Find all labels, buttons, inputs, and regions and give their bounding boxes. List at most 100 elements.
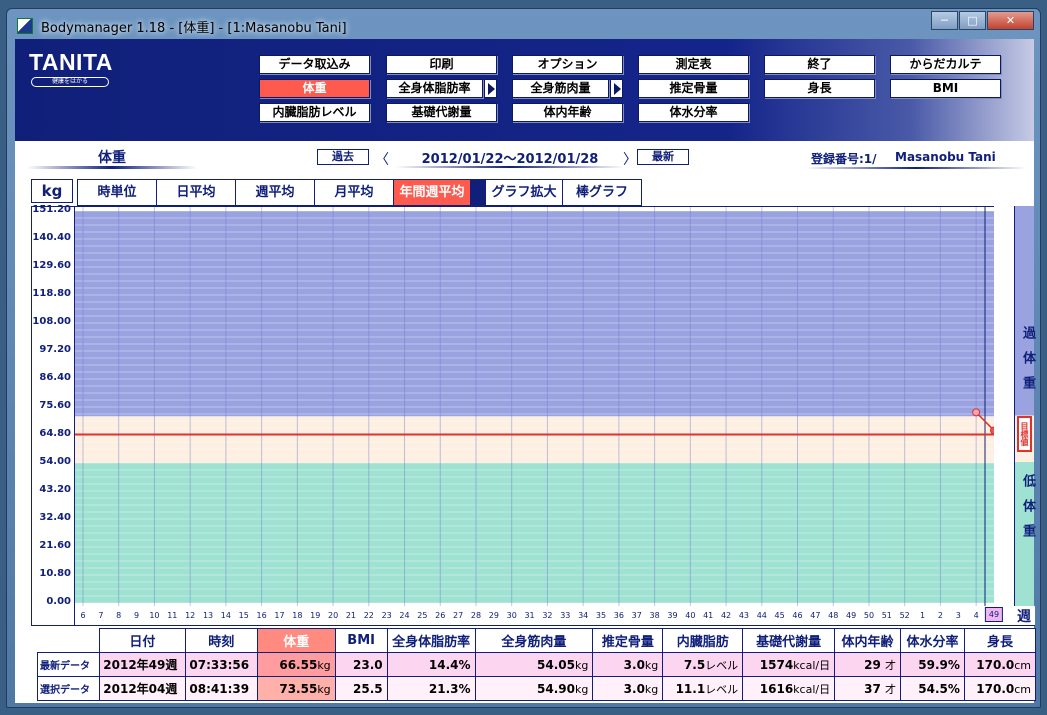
tab-weekly-average[interactable]: 週平均 — [235, 179, 315, 206]
x-tick-label: 28 — [470, 611, 482, 620]
cell-bmi: 23.0 — [334, 652, 388, 677]
x-tick-label: 27 — [453, 611, 464, 620]
y-tick-label: 151.20 — [32, 204, 71, 215]
unit-label: kg — [31, 179, 73, 203]
header-bmr: 基礎代謝量 — [742, 628, 836, 653]
body-fat-expand-icon[interactable] — [484, 79, 497, 98]
x-tick-label: 36 — [613, 611, 624, 620]
body-age-value: 29 — [864, 657, 881, 672]
visceral-unit: レベル — [705, 682, 739, 696]
measurement-table-button[interactable]: 測定表 — [638, 55, 749, 74]
cell-water: 54.5% — [899, 676, 965, 701]
height-button[interactable]: 身長 — [764, 79, 875, 98]
previous-period-button[interactable]: 過去 — [317, 149, 369, 165]
body-water-button[interactable]: 体水分率 — [638, 103, 749, 122]
y-tick-label: 21.60 — [39, 540, 71, 551]
stats-table: 日付 時刻 体重 BMI 全身体脂肪率 全身筋肉量 推定骨量 内臓脂肪 基礎代謝… — [37, 628, 1037, 701]
weight-button[interactable]: 体重 — [259, 79, 370, 98]
user-name: Masanobu Tani — [895, 150, 996, 164]
previous-arrow-icon[interactable]: 〈 — [375, 149, 389, 169]
exit-button[interactable]: 終了 — [764, 55, 875, 74]
body-fat-button[interactable]: 全身体脂肪率 — [386, 79, 483, 98]
y-tick-label: 118.80 — [32, 288, 71, 299]
body-age-unit: 才 — [884, 682, 896, 696]
cell-height: 170.0cm — [963, 676, 1037, 701]
cell-bone: 3.0kg — [592, 676, 664, 701]
tab-bar-graph[interactable]: 棒グラフ — [562, 179, 642, 206]
title-bar[interactable]: Bodymanager 1.18 - [体重] - [1:Masanobu Ta… — [7, 9, 1040, 39]
app-icon — [17, 18, 33, 34]
bmi-button[interactable]: BMI — [890, 79, 1001, 98]
client-area: TANITA 健康をはかる データ取込み 印刷 オプション 測定表 終了 からだ… — [15, 39, 1037, 703]
body-chart-button[interactable]: からだカルテ — [890, 55, 1001, 74]
zone-sidebar: 過体重 低体重 — [1014, 206, 1035, 606]
y-tick-label: 86.40 — [39, 372, 71, 383]
height-unit: cm — [1014, 658, 1031, 672]
cell-time: 07:33:56 — [184, 652, 258, 677]
x-tick-label: 34 — [578, 611, 589, 620]
body-age-button[interactable]: 体内年齢 — [512, 103, 623, 122]
next-arrow-icon[interactable]: 〉 — [623, 149, 637, 169]
maximize-button[interactable]: □ — [959, 11, 986, 30]
muscle-unit: kg — [575, 658, 589, 672]
window-controls: ─ □ ✕ — [930, 11, 1034, 30]
date-underline — [395, 166, 625, 168]
x-tick-label: 26 — [435, 611, 446, 620]
x-tick-label: 17 — [274, 611, 285, 620]
minimize-button[interactable]: ─ — [931, 11, 958, 30]
info-bar: 体重 過去 〈 2012/01/22～2012/01/28 〉 最新 登録番号:… — [15, 141, 1034, 171]
cell-body-age: 29 才 — [834, 652, 901, 677]
x-tick-label: 52 — [899, 611, 910, 620]
header-time: 時刻 — [184, 628, 258, 653]
x-tick-label: 41 — [703, 611, 714, 620]
muscle-mass-button[interactable]: 全身筋肉量 — [512, 79, 609, 98]
header-body-fat: 全身体脂肪率 — [386, 628, 476, 653]
y-axis: 151.20 140.40 129.60 118.80 108.00 97.20 86.40… — [31, 204, 75, 626]
close-button[interactable]: ✕ — [987, 11, 1034, 30]
y-tick-label: 54.00 — [39, 456, 71, 467]
tab-enlarge-graph[interactable]: グラフ拡大 — [485, 179, 563, 206]
row-label: 選択データ — [37, 676, 100, 701]
x-tick-label: 18 — [292, 611, 303, 620]
height-value: 170.0 — [976, 681, 1015, 696]
latest-data-row[interactable]: 最新データ 2012年49週 07:33:56 66.55kg 23.0 14.… — [37, 652, 1037, 677]
x-tick-label: 48 — [828, 611, 839, 620]
tab-monthly-average[interactable]: 月平均 — [314, 179, 394, 206]
muscle-unit: kg — [575, 682, 589, 696]
cell-visceral: 7.5レベル — [662, 652, 744, 677]
cell-bone: 3.0kg — [592, 652, 664, 677]
cell-weight: 73.55kg — [256, 676, 336, 701]
cell-date: 2012年04週 — [98, 676, 186, 701]
weight-chart: 151.20 140.40 129.60 118.80 108.00 97.20 86.40… — [31, 204, 1035, 626]
muscle-mass-expand-icon[interactable] — [610, 79, 623, 98]
week-unit-label: 週 — [1017, 609, 1031, 625]
tab-hourly[interactable]: 時単位 — [77, 179, 157, 206]
x-tick-label: 3 — [955, 611, 961, 620]
basal-metabolism-button[interactable]: 基礎代謝量 — [386, 103, 497, 122]
x-tick-label: 14 — [220, 611, 231, 620]
x-tick-label: 32 — [542, 611, 553, 620]
x-tick-label: 13 — [202, 611, 214, 620]
import-data-button[interactable]: データ取込み — [259, 55, 370, 74]
tab-yearly-weekly-average[interactable]: 年間週平均 — [393, 179, 471, 206]
tab-daily-average[interactable]: 日平均 — [156, 179, 236, 206]
cell-muscle: 54.90kg — [474, 676, 594, 701]
body-age-value: 37 — [864, 681, 881, 696]
x-tick-label: 46 — [792, 611, 803, 620]
y-tick-label: 0.00 — [46, 596, 71, 607]
cell-body-age: 37 才 — [834, 676, 901, 701]
x-tick-label: 1 — [920, 611, 926, 620]
bone-mass-button[interactable]: 推定骨量 — [638, 79, 749, 98]
cell-body-fat: 21.3% — [386, 676, 476, 701]
options-button[interactable]: オプション — [512, 55, 623, 74]
bmr-value: 1616 — [759, 681, 794, 696]
tanita-logo: TANITA — [29, 49, 113, 75]
header-bmi: BMI — [334, 628, 388, 653]
print-button[interactable]: 印刷 — [386, 55, 497, 74]
latest-period-button[interactable]: 最新 — [637, 149, 689, 165]
x-tick-label: 44 — [756, 611, 767, 620]
selected-data-row[interactable]: 選択データ 2012年04週 08:41:39 73.55kg 25.5 21.… — [37, 676, 1037, 701]
x-tick-label: 40 — [685, 611, 696, 620]
visceral-fat-button[interactable]: 内臓脂肪レベル — [259, 103, 370, 122]
plot-area[interactable] — [75, 206, 994, 606]
